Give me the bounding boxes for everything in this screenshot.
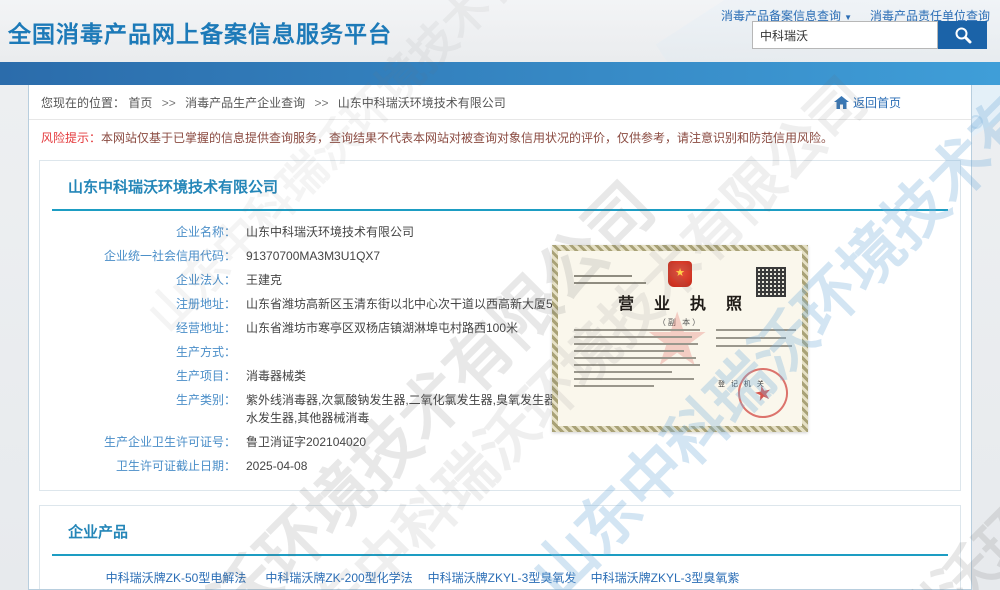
info-row: 生产方式： xyxy=(40,340,960,364)
info-label: 企业统一社会信用代码： xyxy=(40,247,236,265)
breadcrumb-prefix: 您现在的位置： xyxy=(41,96,125,110)
info-label: 企业名称： xyxy=(40,223,236,241)
search-icon xyxy=(954,26,972,44)
search-button[interactable] xyxy=(938,21,987,49)
info-value: 山东省潍坊市寒亭区双杨店镇湖淋埠屯村路西100米 xyxy=(246,319,518,337)
product-link[interactable]: 中科瑞沃牌ZK-200型化学法二氧化氯发生器 xyxy=(263,569,415,590)
license-text-line xyxy=(574,282,646,284)
info-value: 山东省潍坊高新区玉清东街以北中心次干道以西高新大厦502房间 xyxy=(246,295,590,313)
breadcrumb-separator: >> xyxy=(314,96,328,110)
company-card: 山东中科瑞沃环境技术有限公司 企业名称： 山东中科瑞沃环境技术有限公司 企业统一社… xyxy=(39,160,961,491)
company-info: 企业名称： 山东中科瑞沃环境技术有限公司 企业统一社会信用代码： 91370700M… xyxy=(40,211,960,490)
product-link[interactable]: 中科瑞沃牌ZKYL-3型臭氧紫外线消毒器 xyxy=(589,569,741,590)
risk-notice-text: 本网站仅基于已掌握的信息提供查询服务，查询结果不代表本网站对被查询对象信用状况的… xyxy=(101,131,833,145)
info-row: 卫生许可证截止日期： 2025-04-08 xyxy=(40,454,960,478)
license-right-text xyxy=(716,329,798,353)
back-home-link[interactable]: 返回首页 xyxy=(834,94,901,111)
national-emblem-icon: ★ xyxy=(668,261,692,287)
info-row: 生产类别： 紫外线消毒器,次氯酸钠发生器,二氧化氯发生器,臭氧发生器、臭氧水发生器… xyxy=(40,388,960,430)
info-label: 生产方式： xyxy=(40,343,236,361)
info-row: 生产企业卫生许可证号： 鲁卫消证字202104020 xyxy=(40,430,960,454)
risk-notice: 风险提示：本网站仅基于已掌握的信息提供查询服务，查询结果不代表本网站对被查询对象… xyxy=(29,120,971,152)
back-home-label: 返回首页 xyxy=(853,94,901,111)
breadcrumb-company-query[interactable]: 消毒产品生产企业查询 xyxy=(185,96,305,110)
breadcrumb: 您现在的位置： 首页 >> 消毒产品生产企业查询 >> 山东中科瑞沃环境技术有限… xyxy=(41,94,506,111)
info-row: 企业名称： 山东中科瑞沃环境技术有限公司 xyxy=(40,220,960,244)
info-value: 王建克 xyxy=(246,271,282,289)
info-label: 生产类别： xyxy=(40,391,236,427)
products-card: 企业产品 中科瑞沃牌ZK-50型电解法次氯酸钠发生器 中科瑞沃牌ZK-200型化… xyxy=(39,505,961,590)
info-label: 卫生许可证截止日期： xyxy=(40,457,236,475)
site-header: 全国消毒产品网上备案信息服务平台 消毒产品备案信息查询▼ 消毒产品责任单位查询 xyxy=(0,0,1000,62)
breadcrumb-row: 您现在的位置： 首页 >> 消毒产品生产企业查询 >> 山东中科瑞沃环境技术有限… xyxy=(29,85,971,120)
info-value: 2025-04-08 xyxy=(246,457,307,475)
page: 全国消毒产品网上备案信息服务平台 消毒产品备案信息查询▼ 消毒产品责任单位查询 … xyxy=(0,0,1000,590)
product-link[interactable]: 中科瑞沃牌ZK-50型电解法次氯酸钠发生器 xyxy=(100,569,252,590)
info-row: 注册地址： 山东省潍坊高新区玉清东街以北中心次干道以西高新大厦502房间 xyxy=(40,292,960,316)
info-row: 经营地址： 山东省潍坊市寒亭区双杨店镇湖淋埠屯村路西100米 xyxy=(40,316,960,340)
breadcrumb-current: 山东中科瑞沃环境技术有限公司 xyxy=(338,96,506,110)
info-value: 鲁卫消证字202104020 xyxy=(246,433,366,451)
company-title: 山东中科瑞沃环境技术有限公司 xyxy=(40,161,960,209)
breadcrumb-separator: >> xyxy=(162,96,176,110)
license-body-text xyxy=(574,329,702,392)
info-label: 企业法人： xyxy=(40,271,236,289)
info-value: 91370700MA3M3U1QX7 xyxy=(246,247,380,265)
info-row: 生产项目： 消毒器械类 xyxy=(40,364,960,388)
business-license-image: ★ 营 业 执 照 （副 本） ★ 登 记 机 关 ★ xyxy=(552,245,808,432)
info-label: 经营地址： xyxy=(40,319,236,337)
license-text-line xyxy=(574,275,632,277)
search-box xyxy=(752,21,987,49)
product-list: 中科瑞沃牌ZK-50型电解法次氯酸钠发生器 中科瑞沃牌ZK-200型化学法二氧化… xyxy=(40,556,960,590)
info-value: 消毒器械类 xyxy=(246,367,306,385)
info-row: 企业统一社会信用代码： 91370700MA3M3U1QX7 xyxy=(40,244,960,268)
info-value: 山东中科瑞沃环境技术有限公司 xyxy=(246,223,414,241)
qr-code xyxy=(756,267,786,297)
product-link[interactable]: 中科瑞沃牌ZKYL-3型臭氧发生器 xyxy=(426,569,578,590)
info-label: 生产项目： xyxy=(40,367,236,385)
info-value: 紫外线消毒器,次氯酸钠发生器,二氧化氯发生器,臭氧发生器、臭氧水发生器,其他器械… xyxy=(246,391,598,427)
risk-notice-label: 风险提示： xyxy=(41,131,101,145)
home-icon xyxy=(834,96,849,109)
info-label: 生产企业卫生许可证号： xyxy=(40,433,236,451)
breadcrumb-home[interactable]: 首页 xyxy=(128,96,152,110)
site-title: 全国消毒产品网上备案信息服务平台 xyxy=(8,15,392,49)
header-bar xyxy=(0,62,1000,85)
search-input[interactable] xyxy=(752,21,938,49)
license-subtitle: （副 本） xyxy=(570,317,790,328)
info-row: 企业法人： 王建克 xyxy=(40,268,960,292)
products-title: 企业产品 xyxy=(40,506,960,554)
info-label: 注册地址： xyxy=(40,295,236,313)
main-panel: 您现在的位置： 首页 >> 消毒产品生产企业查询 >> 山东中科瑞沃环境技术有限… xyxy=(28,85,972,590)
red-seal-stamp: ★ xyxy=(733,363,792,422)
